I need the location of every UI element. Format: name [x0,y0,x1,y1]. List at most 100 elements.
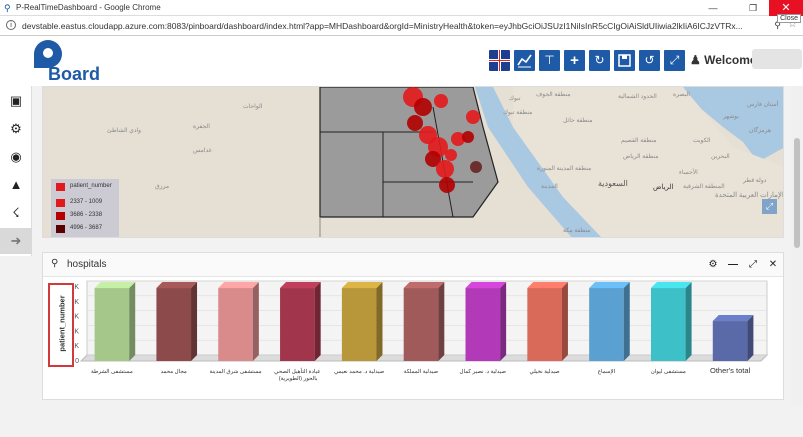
bar-side [252,282,259,361]
globe-icon[interactable]: ◉ [0,144,32,170]
bar-front [650,288,686,361]
bar-front [218,288,253,361]
refresh-icon[interactable]: ↻ [589,50,610,71]
bar-side [376,282,383,361]
bar-side [500,282,507,361]
bar-top [650,282,692,289]
save-icon[interactable] [614,50,635,71]
map-panel[interactable]: الواحات وادي الشاطئ الجفرة غدامس مرزق تب… [42,86,784,238]
hospitals-bar-chart: 0 1K 2K 3K 4K 5K مستشفى الشرطة مجال محمد مستشفى … [45,279,781,399]
map-label: منطقة الرياض [623,154,659,160]
address-bar[interactable]: i devstable.eastus.cloudapp.azure.com:80… [0,16,803,36]
map-label: منطقة مكة [563,228,591,234]
map-expand-icon[interactable]: ⤢ [762,199,777,214]
minimize-icon[interactable]: — [725,257,741,273]
pboard-logo[interactable]: Board [34,40,104,84]
bar-front [589,288,624,361]
bar-top [341,282,383,289]
app-header: Board ⊤ + ↻ ↺ ⤢ ♟ Welcome, [0,36,803,86]
bar[interactable] [156,282,198,361]
bar[interactable] [403,282,445,361]
page-scrollbar[interactable] [791,86,803,406]
bar[interactable] [280,282,321,361]
bar[interactable] [650,282,692,361]
x-tick-label: مستشفى الشرطة [91,368,133,375]
panel-header: ⚲ hospitals ⚙ — ⤢ ✕ [43,253,783,277]
map-label: مرزق [155,184,170,190]
map-label: الأحساء [679,170,698,176]
bar-front [280,288,315,361]
bar-side [685,282,692,361]
bar[interactable] [218,282,259,361]
bar-top [94,282,136,289]
bar-side [561,282,568,361]
map-label: دولة قطر [743,178,767,184]
uk-flag-icon[interactable] [489,50,510,71]
x-tick-label: مستشفى ليوان [651,368,686,375]
gear-icon[interactable]: ⚙ [705,257,721,273]
line-chart-icon[interactable] [514,50,535,71]
bar[interactable] [589,282,630,361]
y-axis-label-box: patient_number [48,283,74,367]
map-label: المنطقة الشرقية [683,184,725,190]
scrollbar-thumb[interactable] [794,138,800,248]
bar-front [156,288,192,361]
map-canvas[interactable] [43,87,784,238]
bar-top [465,282,507,289]
layers-icon[interactable]: ▣ [0,88,32,114]
welcome-text: ♟ Welcome, [690,53,760,67]
bar-front [403,288,439,361]
bar-top [156,282,198,289]
bar[interactable] [465,282,507,361]
map-label: هرمزگان [749,128,772,134]
logo-text: Board [48,64,101,84]
hospitals-panel: ⚲ hospitals ⚙ — ⤢ ✕ 0 1K 2K 3K 4K 5K مستشفى ال… [42,252,784,400]
route-icon[interactable]: ☇ [0,200,32,226]
bar-side [623,282,630,361]
map-label: تبوك [509,96,521,102]
user-name-redacted [752,49,802,69]
browser-title-bar: ⚲ P-RealTimeDashboard - Google Chrome — … [0,0,803,16]
map-label: منطقة المدينة المنورة [537,166,592,172]
bar[interactable] [94,282,136,361]
bar[interactable] [712,315,754,361]
bar-chart-svg: 01K2K3K4K5Kمستشفى الشرطة مجال محمد مستشفى … [70,280,769,382]
close-icon[interactable]: ✕ [765,257,781,273]
bar[interactable] [341,282,383,361]
bar-top [218,282,259,289]
plus-icon[interactable]: + [564,50,585,71]
pin-icon: ⚲ [51,258,59,269]
expand-arrow-icon[interactable]: ➜ [0,228,32,254]
minimize-button[interactable]: — [699,0,727,16]
undo-icon[interactable]: ↺ [639,50,660,71]
bar-top [589,282,630,289]
map-label: البصرة [673,92,690,98]
map-label: البحرين [711,154,730,160]
window-title: P-RealTimeDashboard - Google Chrome [16,3,161,12]
fullscreen-icon[interactable]: ⤢ [664,50,685,71]
bar-side [438,282,445,361]
x-tick-label: Other's total [710,366,751,375]
legend-label: 4996 - 3687 [70,225,103,231]
bar-front [712,321,748,361]
map-label: منطقة القصيم [621,138,657,144]
map-label: الكويت [693,138,711,144]
x-tick-label: صيدلية د. نصير كمال [460,368,507,375]
chart-icon[interactable]: ▲ [0,172,32,198]
settings-filter-icon[interactable]: ⚙ [0,116,32,142]
expand-icon[interactable]: ⤢ [745,257,761,273]
panel-title: hospitals [67,259,107,270]
bar-top [403,282,445,289]
info-icon[interactable]: i [6,20,16,30]
bar-top [527,282,568,289]
bar[interactable] [527,282,568,361]
map-label: منطقة الجوف [536,92,571,98]
restore-button[interactable]: ❐ [739,0,767,16]
x-tick-label: صيدلية المملكة [404,368,439,375]
url-text[interactable]: devstable.eastus.cloudapp.azure.com:8083… [22,21,743,31]
x-tick-label: عيادة التأهيل الصحي بالحور (الطويرية) [274,366,320,382]
text-icon[interactable]: ⊤ [539,50,560,71]
app-pin-icon: ⚲ [4,3,11,13]
legend-label: 2337 - 1009 [70,199,103,205]
bar-top [280,282,321,289]
